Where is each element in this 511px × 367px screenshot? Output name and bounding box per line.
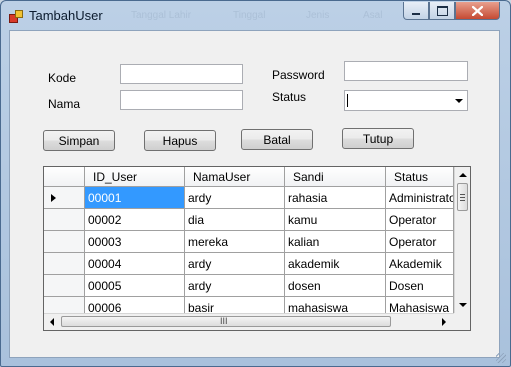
table-cell[interactable]: dosen <box>285 275 386 297</box>
table-cell[interactable]: ardy <box>185 187 285 209</box>
row-header-corner[interactable] <box>44 167 85 187</box>
table-cell[interactable]: kalian <box>285 231 386 253</box>
chevron-down-icon[interactable] <box>455 99 463 103</box>
maximize-icon <box>436 5 448 16</box>
column-header-namauser[interactable]: NamaUser <box>185 167 285 187</box>
column-header-id-user[interactable]: ID_User <box>85 167 185 187</box>
ghost-header-2: Tinggal <box>233 10 266 21</box>
scroll-down-icon[interactable] <box>459 303 467 307</box>
password-label: Password <box>272 68 325 82</box>
text-caret <box>347 94 348 107</box>
vertical-scroll-thumb[interactable] <box>457 183 468 211</box>
window-title: TambahUser <box>29 8 103 23</box>
table-cell[interactable]: Administrator <box>386 187 454 209</box>
table-cell[interactable]: ardy <box>185 253 285 275</box>
close-button[interactable] <box>455 2 500 20</box>
row-header[interactable] <box>44 253 85 275</box>
kode-input[interactable] <box>120 64 243 84</box>
column-header-sandi[interactable]: Sandi <box>285 167 386 187</box>
table-cell[interactable]: ardy <box>185 275 285 297</box>
main-window: TambahUser Tanggal Lahir Tinggal Jenis A… <box>0 0 511 367</box>
table-cell[interactable]: rahasia <box>285 187 386 209</box>
ghost-header-3: Jenis <box>306 10 330 21</box>
table-cell[interactable]: mereka <box>185 231 285 253</box>
row-header[interactable] <box>44 187 85 209</box>
minimize-button[interactable] <box>403 2 429 20</box>
scroll-right-icon[interactable] <box>442 318 446 326</box>
status-label: Status <box>272 90 307 104</box>
table-cell[interactable]: 00005 <box>85 275 185 297</box>
column-header-status[interactable]: Status <box>386 167 454 187</box>
table-cell[interactable]: 00003 <box>85 231 185 253</box>
horizontal-scrollbar[interactable]: III <box>44 313 454 330</box>
nama-label: Nama <box>48 97 81 111</box>
nama-input[interactable] <box>120 90 243 110</box>
scroll-left-icon[interactable] <box>50 318 54 326</box>
table-cell[interactable]: 00004 <box>85 253 185 275</box>
maximize-button[interactable] <box>429 2 455 20</box>
batal-button[interactable]: Batal <box>241 129 313 150</box>
table-cell[interactable]: kamu <box>285 209 386 231</box>
minimize-icon <box>412 12 420 15</box>
row-pointer-icon <box>51 194 56 202</box>
status-combobox[interactable] <box>344 90 468 111</box>
table-cell[interactable]: Operator <box>386 231 454 253</box>
ghost-header-1: Tanggal Lahir <box>131 10 192 21</box>
row-header[interactable] <box>44 231 85 253</box>
kode-label: Kode <box>48 71 77 85</box>
scroll-grip-glyph: III <box>220 316 228 326</box>
vertical-scrollbar[interactable] <box>454 167 470 313</box>
password-input[interactable] <box>344 61 468 81</box>
horizontal-scroll-thumb[interactable]: III <box>61 316 391 327</box>
ghost-header-4: Asal <box>363 10 383 21</box>
app-icon[interactable] <box>9 9 23 23</box>
hapus-button[interactable]: Hapus <box>144 130 216 151</box>
size-grip-icon[interactable] <box>496 353 506 363</box>
table-cell[interactable]: 00001 <box>85 187 185 209</box>
form-client-area: Kode Nama Password Status Simpan Hapus B… <box>9 30 500 358</box>
table-cell[interactable]: dia <box>185 209 285 231</box>
table-cell[interactable]: Akademik <box>386 253 454 275</box>
table-cell[interactable]: akademik <box>285 253 386 275</box>
table-cell[interactable]: Dosen <box>386 275 454 297</box>
scrollbar-corner <box>454 313 470 330</box>
table-cell[interactable]: 00002 <box>85 209 185 231</box>
scroll-up-icon[interactable] <box>459 173 467 177</box>
table-cell[interactable]: Operator <box>386 209 454 231</box>
close-icon <box>472 5 483 16</box>
simpan-button[interactable]: Simpan <box>43 130 115 151</box>
row-header[interactable] <box>44 275 85 297</box>
tutup-button[interactable]: Tutup <box>342 128 414 149</box>
row-header[interactable] <box>44 209 85 231</box>
title-bar[interactable]: TambahUser Tanggal Lahir Tinggal Jenis A… <box>1 1 510 30</box>
user-data-grid[interactable]: ID_User NamaUser Sandi Status 00001 ardy… <box>43 166 471 331</box>
